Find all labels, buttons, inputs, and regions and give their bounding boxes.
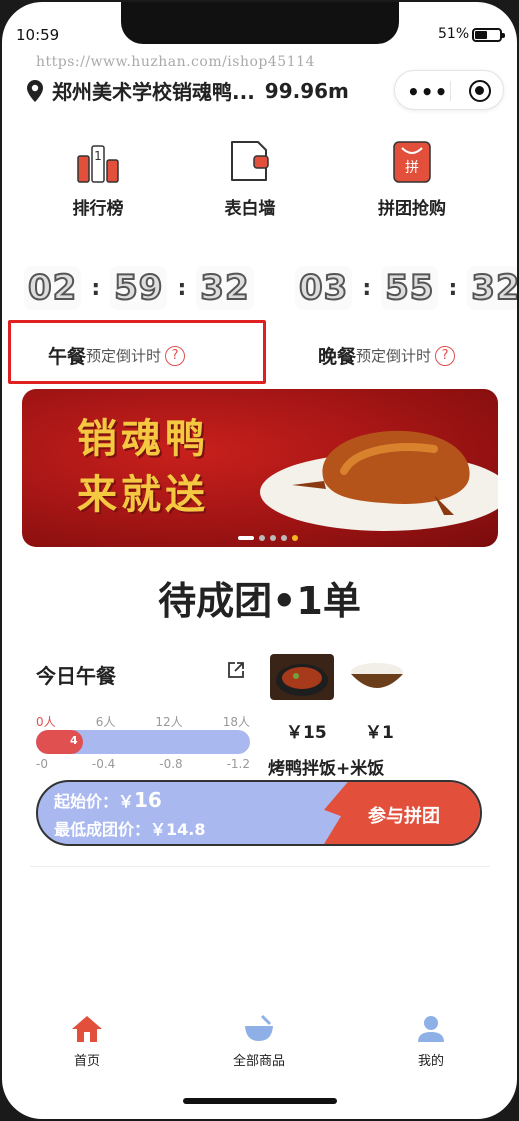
- roast-duck-image: [292, 430, 470, 515]
- scale-label: 12人: [155, 715, 183, 729]
- lunch-countdown: 02 : 59 : 32: [24, 266, 254, 310]
- join-group-button[interactable]: 参与拼团: [368, 802, 440, 828]
- lunch-minutes: 59: [110, 266, 168, 310]
- scale-label: 0人: [36, 715, 56, 729]
- countdowns: 02 : 59 : 32 03 : 55 : 32: [2, 266, 517, 322]
- colon: :: [448, 275, 458, 301]
- dinner-hours: 03: [295, 266, 353, 310]
- group-buy-icon: 拼: [393, 141, 431, 183]
- home-icon: [72, 1016, 102, 1042]
- pending-groups: 待成团•1单: [158, 579, 361, 623]
- ranking-icon: 1: [77, 145, 119, 183]
- scale-label: -0.8: [159, 757, 183, 771]
- banner-title: 销魂鸭 来就送: [77, 411, 209, 523]
- tab-mine[interactable]: 我的: [386, 1014, 476, 1069]
- carousel-dot-active: [292, 535, 298, 541]
- dinner-meal: 晚餐: [318, 346, 357, 368]
- help-icon[interactable]: ?: [165, 345, 186, 366]
- lunch-countdown-label: 预定倒计时: [86, 347, 162, 365]
- tab-home-label: 首页: [73, 1054, 100, 1069]
- start-price-value: 16: [134, 788, 162, 812]
- bowl-icon: [245, 1014, 273, 1041]
- tab-bar: 首页 全部商品 我的: [2, 1014, 517, 1074]
- tab-all-products-label: 全部商品: [232, 1054, 285, 1069]
- status-time: 10:59: [16, 26, 60, 44]
- divider: [30, 866, 490, 867]
- battery-icon: [472, 28, 505, 42]
- nav-message-wall[interactable]: 表白墙: [190, 138, 310, 219]
- location-selector[interactable]: 郑州美术学校销魂鸭... 99.96m: [26, 76, 349, 105]
- share-icon[interactable]: [226, 660, 246, 680]
- svg-text:1: 1: [94, 149, 102, 163]
- scale-label: 6人: [95, 715, 116, 729]
- dinner-label: 晚餐 预定倒计时 ?: [318, 342, 456, 369]
- banner-line-1: 销魂鸭: [77, 415, 209, 462]
- progress-count: 4: [70, 734, 78, 747]
- message-wall-icon: [231, 141, 269, 181]
- roast-duck-rice-image[interactable]: [270, 654, 334, 700]
- close-miniprogram-icon[interactable]: [469, 80, 491, 102]
- item-price: ￥15: [286, 723, 327, 743]
- store-name: 郑州美术学校销魂鸭...: [52, 80, 255, 104]
- carousel-dot: [270, 535, 276, 541]
- colon: :: [177, 275, 187, 301]
- promo-banner[interactable]: 销魂鸭 来就送: [22, 389, 498, 547]
- tab-all-products[interactable]: 全部商品: [214, 1014, 304, 1069]
- nav-ranking-label: 排行榜: [72, 199, 124, 219]
- location-pin-icon: [27, 79, 43, 102]
- dinner-seconds: 32: [467, 266, 517, 310]
- today-lunch-title: 今日午餐: [36, 664, 116, 688]
- quick-nav: 1 排行榜 表白墙 拼 拼团抢购: [2, 138, 517, 228]
- phone-screen: 10:59 51% https://www.huzhan.com/ishop45…: [2, 2, 517, 1119]
- store-distance: 99.96m: [264, 78, 349, 103]
- battery-percent: 51%: [438, 26, 470, 42]
- more-icon[interactable]: •••: [407, 80, 448, 104]
- nav-ranking[interactable]: 1 排行榜: [38, 138, 158, 219]
- people-scale: 0人 6人 12人 18人: [36, 713, 250, 730]
- lowest-price: 最低成团价：￥14.8: [54, 820, 206, 839]
- scale-label: -0: [36, 757, 48, 771]
- notch: [121, 2, 399, 44]
- banner-line-2: 来就送: [77, 471, 209, 518]
- lunch-seconds: 32: [196, 266, 254, 310]
- nav-message-wall-label: 表白墙: [224, 199, 276, 219]
- svg-text:拼: 拼: [405, 160, 419, 176]
- watermark: https://www.huzhan.com/ishop45114: [36, 54, 315, 70]
- scale-label: -0.4: [91, 757, 116, 771]
- start-price-label: 起始价：￥: [54, 792, 135, 811]
- carousel-indicator: [238, 535, 298, 541]
- colon: :: [362, 275, 372, 301]
- scale-label: 18人: [222, 715, 250, 729]
- miniprogram-capsule: •••: [394, 70, 504, 110]
- help-icon[interactable]: ?: [435, 345, 456, 366]
- item-price: ￥1: [365, 723, 394, 743]
- dinner-minutes: 55: [381, 266, 439, 310]
- lunch-hours: 02: [24, 266, 82, 310]
- tab-mine-label: 我的: [417, 1054, 444, 1069]
- dinner-countdown-label: 预定倒计时: [356, 347, 432, 365]
- rice-bowl-image[interactable]: [345, 654, 409, 700]
- combo-name: 烤鸭拌饭+米饭: [268, 759, 385, 779]
- scale-label: -1.2: [226, 757, 250, 771]
- lunch-label: 午餐 预定倒计时 ?: [48, 342, 186, 369]
- carousel-dot: [259, 535, 265, 541]
- group-progress-bar: 4: [36, 730, 250, 754]
- carousel-dot-active-bar: [238, 536, 254, 540]
- colon: :: [91, 275, 101, 301]
- lunch-meal: 午餐: [48, 346, 87, 368]
- nav-group-buy[interactable]: 拼 拼团抢购: [352, 138, 472, 219]
- user-icon: [418, 1016, 444, 1042]
- capsule-divider: [450, 81, 451, 101]
- nav-group-buy-label: 拼团抢购: [378, 199, 446, 219]
- dinner-countdown: 03 : 55 : 32: [295, 266, 517, 310]
- group-buy-bar: 起始价：￥16 最低成团价：￥14.8 参与拼团: [36, 780, 482, 846]
- home-indicator: [183, 1098, 337, 1104]
- carousel-dot: [281, 535, 287, 541]
- tab-home[interactable]: 首页: [42, 1014, 132, 1069]
- discount-scale: -0 -0.4 -0.8 -1.2: [36, 757, 250, 771]
- start-price: 起始价：￥16: [54, 788, 162, 812]
